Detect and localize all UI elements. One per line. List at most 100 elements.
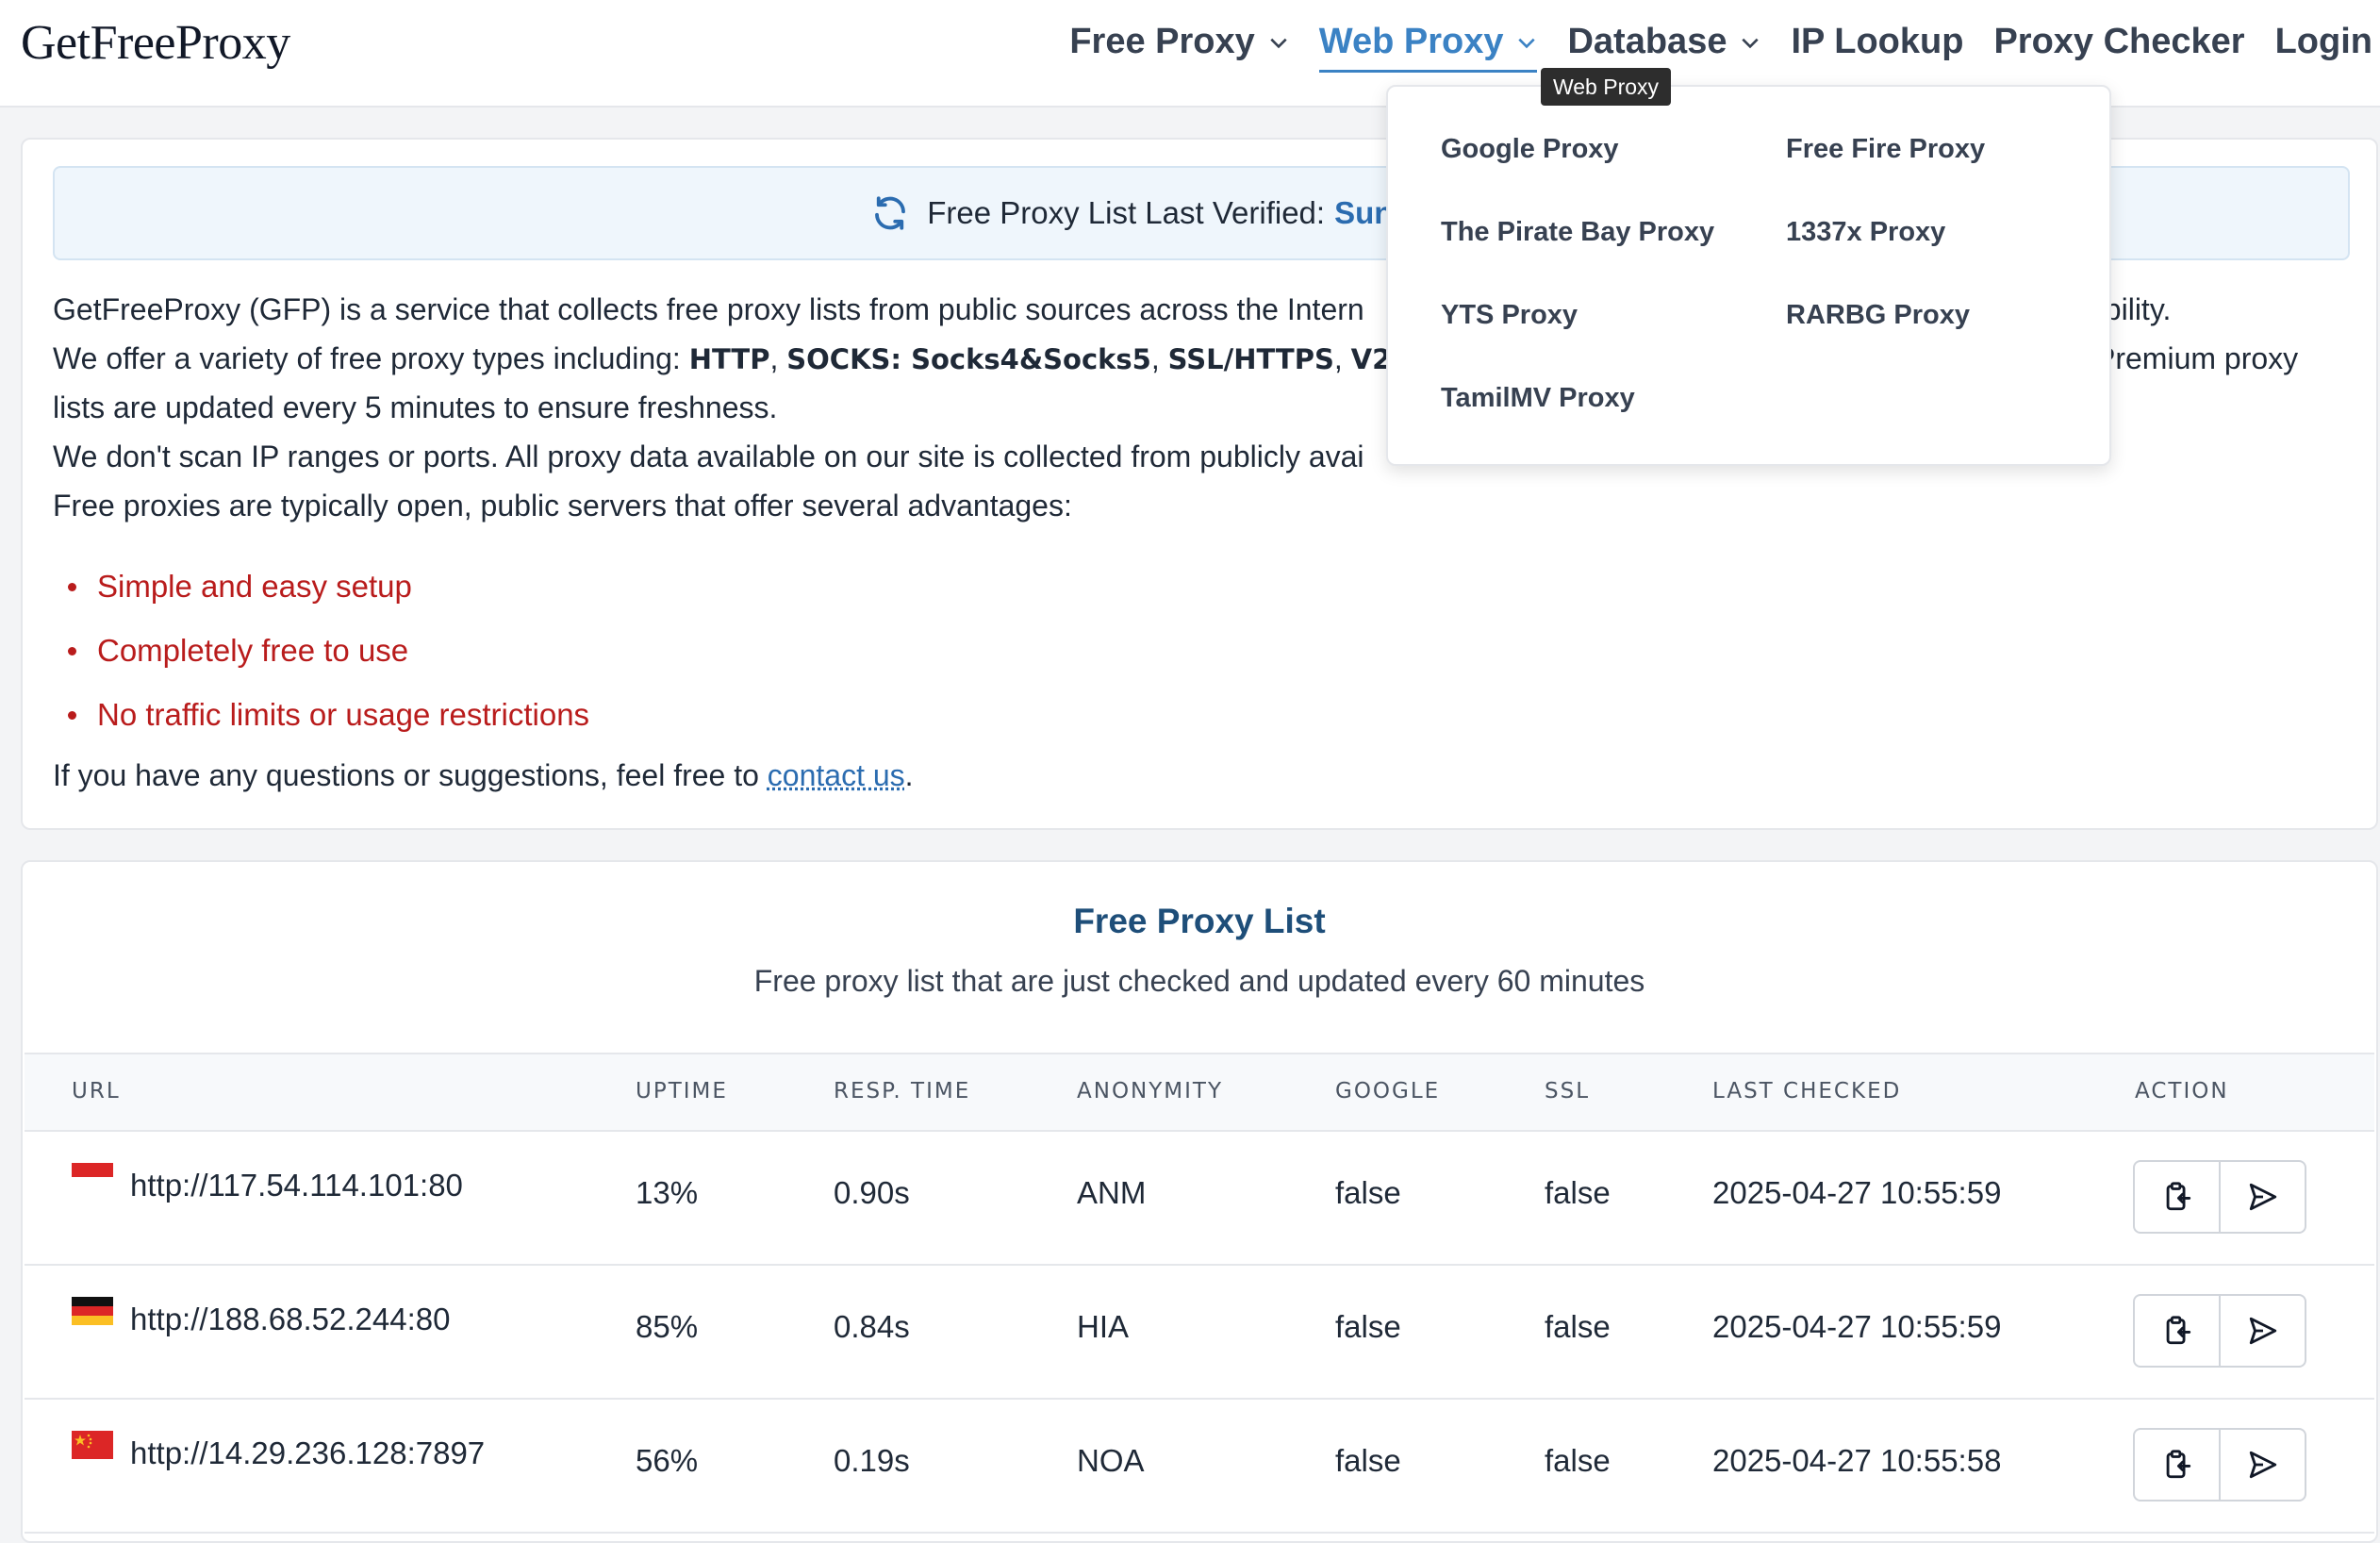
main-nav: Free Proxy Web Proxy Database IP Lookup … — [1039, 21, 2372, 74]
column-header-ssl[interactable]: SSL — [1545, 1079, 1590, 1103]
anonymity-cell: ANM — [1077, 1175, 1147, 1210]
column-header-last-checked[interactable]: LAST CHECKED — [1712, 1079, 1901, 1103]
ssl-cell: false — [1545, 1175, 1611, 1210]
dropdown-item-google-proxy[interactable]: Google Proxy — [1441, 134, 1619, 165]
proxy-url[interactable]: http://14.29.236.128:7897 — [130, 1435, 485, 1471]
proxy-type-ssl: SSL/HTTPS — [1167, 343, 1334, 375]
nav-proxy-checker[interactable]: Proxy Checker — [1993, 22, 2244, 73]
germany-flag-icon — [72, 1297, 113, 1325]
resp-time-cell: 0.90s — [834, 1175, 910, 1210]
uptime-cell: 13% — [636, 1175, 699, 1210]
dropdown-item-tamilmv-proxy[interactable]: TamilMV Proxy — [1441, 383, 1635, 414]
proxy-list-title: Free Proxy List — [1073, 902, 1326, 940]
column-header-anonymity[interactable]: ANONYMITY — [1077, 1079, 1223, 1103]
intro-line-4: We don't scan IP ranges or ports. All pr… — [53, 440, 1364, 473]
row-actions — [2133, 1294, 2306, 1368]
advantage-text: Completely free to use — [97, 633, 409, 668]
verified-label: Free Proxy List Last Verified: — [927, 195, 1326, 230]
contact-line: If you have any questions or suggestions… — [53, 758, 914, 793]
intro-line-3: lists are updated every 5 minutes to ens… — [53, 390, 778, 424]
site-logo[interactable]: GetFreeProxy — [21, 15, 290, 71]
nav-ip-lookup[interactable]: IP Lookup — [1791, 22, 1963, 73]
dropdown-item-pirate-bay-proxy[interactable]: The Pirate Bay Proxy — [1441, 217, 1714, 248]
nav-login-label: Login — [2274, 22, 2372, 61]
intro-line-2-end: Premium proxy — [2095, 341, 2299, 375]
uptime-cell: 85% — [636, 1309, 699, 1344]
nav-database[interactable]: Database — [1567, 22, 1760, 73]
copy-button[interactable] — [2135, 1296, 2219, 1366]
chevron-down-icon — [1270, 38, 1287, 48]
send-icon — [2249, 1317, 2276, 1345]
column-header-action: ACTION — [2135, 1079, 2229, 1103]
clipboard-copy-icon — [2166, 1316, 2190, 1345]
anonymity-cell: NOA — [1077, 1443, 1145, 1478]
proxy-url[interactable]: http://117.54.114.101:80 — [130, 1168, 463, 1203]
advantage-text: Simple and easy setup — [97, 569, 412, 604]
clipboard-copy-icon — [2166, 1450, 2190, 1479]
proxy-list-subtitle: Free proxy list that are just checked an… — [753, 964, 1645, 998]
dropdown-item-yts-proxy[interactable]: YTS Proxy — [1441, 300, 1578, 331]
url-cell: http://14.29.236.128:7897 — [72, 1431, 485, 1471]
chevron-down-icon — [1518, 38, 1536, 48]
send-icon — [2249, 1451, 2276, 1479]
nav-web-proxy[interactable]: Web Proxy — [1318, 22, 1538, 73]
nav-login[interactable]: Login — [2275, 22, 2372, 73]
nav-web-proxy-label: Web Proxy — [1318, 22, 1504, 61]
column-header-url[interactable]: URL — [72, 1079, 121, 1103]
dropdown-item-rarbg-proxy[interactable]: RARBG Proxy — [1786, 300, 1970, 331]
advantages-list: Simple and easy setup Completely free to… — [68, 555, 589, 747]
intro-line-1-text: GetFreeProxy (GFP) is a service that col… — [53, 292, 1364, 326]
proxy-url[interactable]: http://188.68.52.244:80 — [130, 1302, 450, 1337]
column-header-uptime[interactable]: UPTIME — [636, 1079, 728, 1103]
column-header-resp-time[interactable]: RESP. TIME — [834, 1079, 970, 1103]
row-actions — [2133, 1428, 2306, 1502]
table-row: http://117.54.114.101:80 13% 0.90s ANM f… — [25, 1130, 2374, 1266]
intro-line-1: GetFreeProxy (GFP) is a service that col… — [53, 292, 1364, 327]
bullet-dot — [68, 582, 76, 591]
list-item: No traffic limits or usage restrictions — [68, 683, 589, 747]
chevron-down-icon — [1742, 38, 1760, 48]
table-row: http://14.29.236.128:7897 56% 0.19s NOA … — [25, 1398, 2374, 1534]
proxy-list-card: Free Proxy List Free proxy list that are… — [21, 860, 2378, 1543]
uptime-cell: 56% — [636, 1443, 699, 1478]
list-item: Completely free to use — [68, 619, 589, 683]
send-button[interactable] — [2219, 1430, 2305, 1500]
ssl-cell: false — [1545, 1309, 1611, 1344]
bullet-dot — [68, 710, 76, 720]
nav-database-label: Database — [1567, 22, 1727, 61]
last-checked-cell: 2025-04-27 10:55:59 — [1712, 1309, 2002, 1344]
nav-ip-lookup-label: IP Lookup — [1791, 22, 1964, 61]
table-row: http://188.68.52.244:80 85% 0.84s HIA fa… — [25, 1264, 2374, 1400]
google-cell: false — [1335, 1309, 1401, 1344]
last-checked-cell: 2025-04-27 10:55:59 — [1712, 1175, 2002, 1210]
ssl-cell: false — [1545, 1443, 1611, 1478]
intro-line-2-text: We offer a variety of free proxy types i… — [53, 341, 681, 375]
row-actions — [2133, 1160, 2306, 1234]
bullet-dot — [68, 646, 76, 655]
nav-tooltip: Web Proxy — [1541, 68, 1671, 106]
last-checked-cell: 2025-04-27 10:55:58 — [1712, 1443, 2002, 1478]
send-button[interactable] — [2219, 1162, 2305, 1232]
copy-button[interactable] — [2135, 1162, 2219, 1232]
web-proxy-dropdown: Google Proxy Free Fire Proxy The Pirate … — [1386, 85, 2111, 466]
indonesia-flag-icon — [72, 1163, 113, 1191]
url-cell: http://188.68.52.244:80 — [72, 1297, 450, 1337]
intro-line-5: Free proxies are typically open, public … — [53, 489, 1072, 523]
advantage-text: No traffic limits or usage restrictions — [97, 697, 590, 732]
dropdown-item-1337x-proxy[interactable]: 1337x Proxy — [1786, 217, 1945, 248]
proxy-type-http: HTTP — [688, 343, 770, 375]
nav-free-proxy-label: Free Proxy — [1069, 22, 1255, 61]
list-item: Simple and easy setup — [68, 555, 589, 619]
proxy-type-socks: SOCKS: Socks4&Socks5 — [786, 343, 1151, 375]
nav-free-proxy[interactable]: Free Proxy — [1069, 22, 1288, 73]
contact-us-link[interactable]: contact us — [768, 758, 905, 792]
dropdown-item-free-fire-proxy[interactable]: Free Fire Proxy — [1786, 134, 1985, 165]
contact-suffix: . — [904, 758, 914, 792]
url-cell: http://117.54.114.101:80 — [72, 1163, 463, 1203]
send-button[interactable] — [2219, 1296, 2305, 1366]
copy-button[interactable] — [2135, 1430, 2219, 1500]
column-header-google[interactable]: GOOGLE — [1335, 1079, 1440, 1103]
anonymity-cell: HIA — [1077, 1309, 1130, 1344]
google-cell: false — [1335, 1175, 1401, 1210]
intro-line-2: We offer a variety of free proxy types i… — [53, 341, 1458, 376]
